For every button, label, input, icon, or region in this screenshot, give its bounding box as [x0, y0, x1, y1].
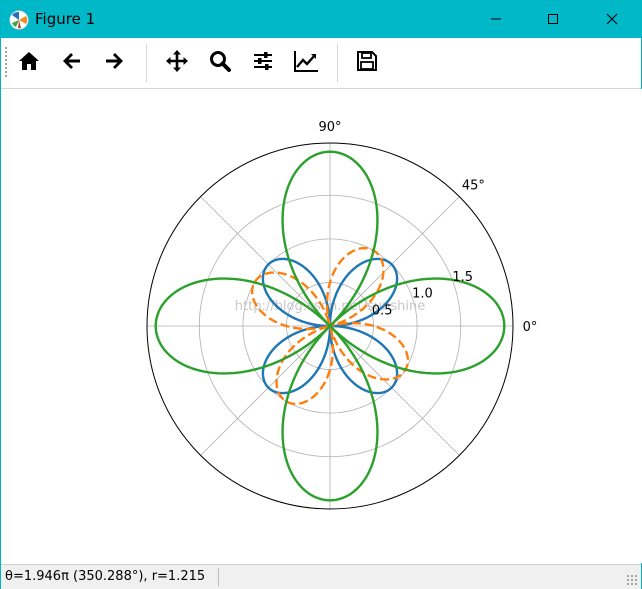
- minimize-icon: [490, 10, 502, 29]
- status-bar: θ=1.946π (350.288°), r=1.215: [1, 564, 641, 589]
- toolbar-separator: [146, 44, 147, 82]
- save-icon: [355, 49, 379, 77]
- sliders-icon: [251, 49, 275, 77]
- line-chart-icon: [293, 49, 319, 77]
- forward-button[interactable]: [98, 47, 130, 79]
- subplots-button[interactable]: [247, 47, 279, 79]
- r-tick-label: 1.0: [412, 287, 433, 302]
- move-icon: [165, 49, 189, 77]
- status-divider: [218, 568, 219, 586]
- theta-tick-label: 0°: [523, 320, 538, 335]
- minimize-button[interactable]: [473, 1, 519, 38]
- pan-button[interactable]: [161, 47, 193, 79]
- theta-tick-label: 45°: [462, 179, 485, 194]
- maximize-icon: [547, 10, 559, 29]
- forward-arrow-icon: [102, 49, 126, 77]
- zoom-button[interactable]: [204, 47, 236, 79]
- close-icon: [606, 10, 618, 29]
- back-button[interactable]: [56, 47, 88, 79]
- close-button[interactable]: [589, 1, 635, 38]
- cursor-coordinates: θ=1.946π (350.288°), r=1.215: [5, 569, 206, 584]
- theta-tick-label: 90°: [318, 120, 341, 135]
- maximize-button[interactable]: [530, 1, 576, 38]
- window-title: Figure 1: [35, 10, 96, 28]
- home-icon: [17, 49, 41, 77]
- title-bar[interactable]: Figure 1: [1, 1, 641, 38]
- theta-grid-line: [329, 325, 460, 456]
- navigation-toolbar: [1, 38, 641, 89]
- resize-grip[interactable]: [626, 574, 638, 586]
- figure-canvas[interactable]: http://blog.csdn.net/sunshine 0° 45° 90° 0.…: [2, 89, 642, 563]
- home-button[interactable]: [13, 47, 45, 79]
- r-tick-label: 0.5: [372, 303, 393, 318]
- figure-window: Figure 1 http://blog.csdn.net/sunshine 0…: [0, 0, 642, 589]
- polar-plot: http://blog.csdn.net/sunshine 0°45°90°0.…: [146, 120, 538, 510]
- back-arrow-icon: [60, 49, 84, 77]
- theta-grid-line: [200, 325, 331, 456]
- matplotlib-icon: [9, 10, 29, 30]
- customize-button[interactable]: [290, 47, 322, 79]
- toolbar-separator: [337, 44, 338, 82]
- save-button[interactable]: [351, 47, 383, 79]
- zoom-icon: [208, 49, 232, 77]
- r-tick-label: 1.5: [452, 270, 473, 285]
- toolbar-grip[interactable]: [4, 46, 8, 78]
